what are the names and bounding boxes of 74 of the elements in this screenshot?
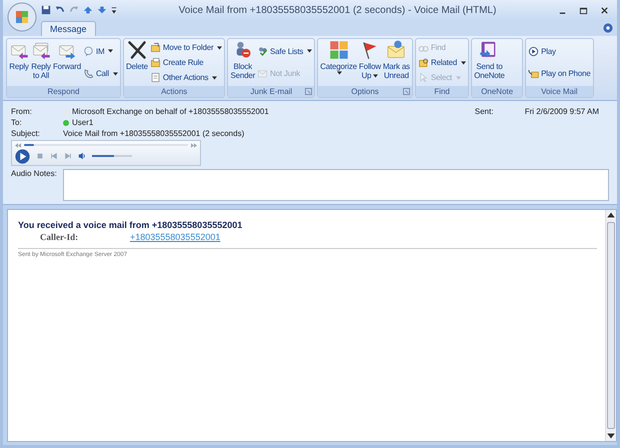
field-label: From:: [11, 107, 33, 116]
group-label: Respond: [47, 87, 80, 96]
dialog-launcher-icon[interactable]: [402, 88, 410, 95]
field-label: Audio Notes:: [11, 169, 58, 178]
group-label: Actions: [161, 87, 188, 96]
scroll-up-icon[interactable]: [606, 210, 616, 220]
ribbon-button[interactable]: Safe Lists: [256, 46, 314, 57]
dialog-launcher-icon[interactable]: [305, 88, 312, 95]
group-label: Find: [434, 87, 450, 96]
ribbon-button[interactable]: Play: [527, 46, 592, 57]
subject-text: Voice Mail from +18035558035552001 (2 seconds): [63, 129, 244, 138]
group-label: Junk E-mail: [250, 87, 292, 96]
envelope-unread-icon: [386, 40, 406, 60]
next-icon[interactable]: [64, 152, 72, 160]
ribbon-button[interactable]: IM: [82, 46, 119, 57]
group-label: Options: [351, 87, 379, 96]
group-label: Voice Mail: [541, 87, 578, 96]
sent-date: Fri 2/6/2009 9:57 AM: [524, 107, 599, 116]
redo-icon[interactable]: [69, 5, 79, 15]
customize-icon[interactable]: [111, 5, 117, 15]
ribbon-button[interactable]: Follow Up: [358, 40, 382, 85]
help-icon[interactable]: [603, 23, 613, 33]
maximize-icon[interactable]: [579, 6, 588, 14]
chat-bubble-icon: [82, 46, 94, 57]
ribbon-tab[interactable]: Message: [41, 21, 96, 36]
ribbon-button[interactable]: Move to Folder: [148, 42, 224, 53]
field-label: Sent:: [474, 107, 494, 116]
close-icon[interactable]: [600, 6, 609, 14]
field-label: To:: [11, 118, 23, 127]
previous-icon[interactable]: [50, 152, 58, 160]
stop-icon[interactable]: [36, 152, 44, 160]
ribbon-button[interactable]: Delete: [124, 40, 149, 85]
audio-notes-field[interactable]: [63, 169, 609, 201]
envelope-icon: [257, 68, 268, 80]
save-icon[interactable]: [41, 5, 51, 15]
group-label: OneNote: [481, 87, 514, 96]
ribbon-button[interactable]: Related: [416, 57, 468, 68]
ribbon-button[interactable]: Forward: [52, 40, 82, 85]
caller-id-link[interactable]: +18035558035552001: [130, 232, 220, 242]
folder-search-icon: [418, 57, 429, 68]
ribbon-button[interactable]: Reply to All: [30, 40, 52, 85]
ribbon-button[interactable]: Reply: [8, 40, 30, 85]
message-heading: You received a voice mail from +18035558035552001: [18, 220, 244, 230]
window-title: Voice Mail from +18035558035552001 (2 seconds) - Voice Mail (HTML): [178, 4, 498, 16]
play-icon: [528, 46, 540, 57]
cursor-icon: [418, 72, 429, 83]
up-arrow-icon[interactable]: [83, 5, 93, 15]
ribbon-button[interactable]: Other Actions: [148, 72, 224, 83]
phone-icon: [82, 68, 94, 80]
ribbon-button[interactable]: Block Sender: [229, 40, 256, 85]
ribbon-button[interactable]: Mark as Unread: [382, 40, 411, 85]
envelope-reply-all-icon: [31, 40, 51, 60]
document-icon: [150, 72, 161, 83]
scroll-thumb[interactable]: [607, 222, 615, 429]
recipient-name: User1: [72, 118, 94, 127]
scrollbar[interactable]: [605, 210, 616, 441]
fast-forward-icon[interactable]: [191, 142, 197, 148]
ribbon-button[interactable]: Send to OneNote: [473, 40, 506, 85]
color-squares-icon: [328, 40, 349, 60]
ribbon-button[interactable]: Create Rule: [148, 57, 224, 68]
scroll-down-icon[interactable]: [606, 431, 616, 441]
people-check-icon: [257, 46, 268, 57]
folder-icon: [150, 42, 161, 53]
caller-id-label: Caller-Id:: [40, 232, 80, 242]
ribbon-button[interactable]: Categorize: [319, 40, 358, 85]
play-icon[interactable]: [15, 148, 30, 164]
ribbon-button[interactable]: Call: [82, 68, 119, 80]
field-label: Subject:: [11, 129, 41, 138]
sender-name: Microsoft Exchange on behalf of +18035558035552001: [72, 107, 269, 116]
delete-x-icon: [126, 40, 147, 60]
ribbon-button[interactable]: Play on Phone: [527, 68, 592, 80]
volume-icon[interactable]: [78, 152, 86, 160]
down-arrow-icon[interactable]: [97, 5, 107, 15]
undo-icon[interactable]: [55, 5, 65, 15]
